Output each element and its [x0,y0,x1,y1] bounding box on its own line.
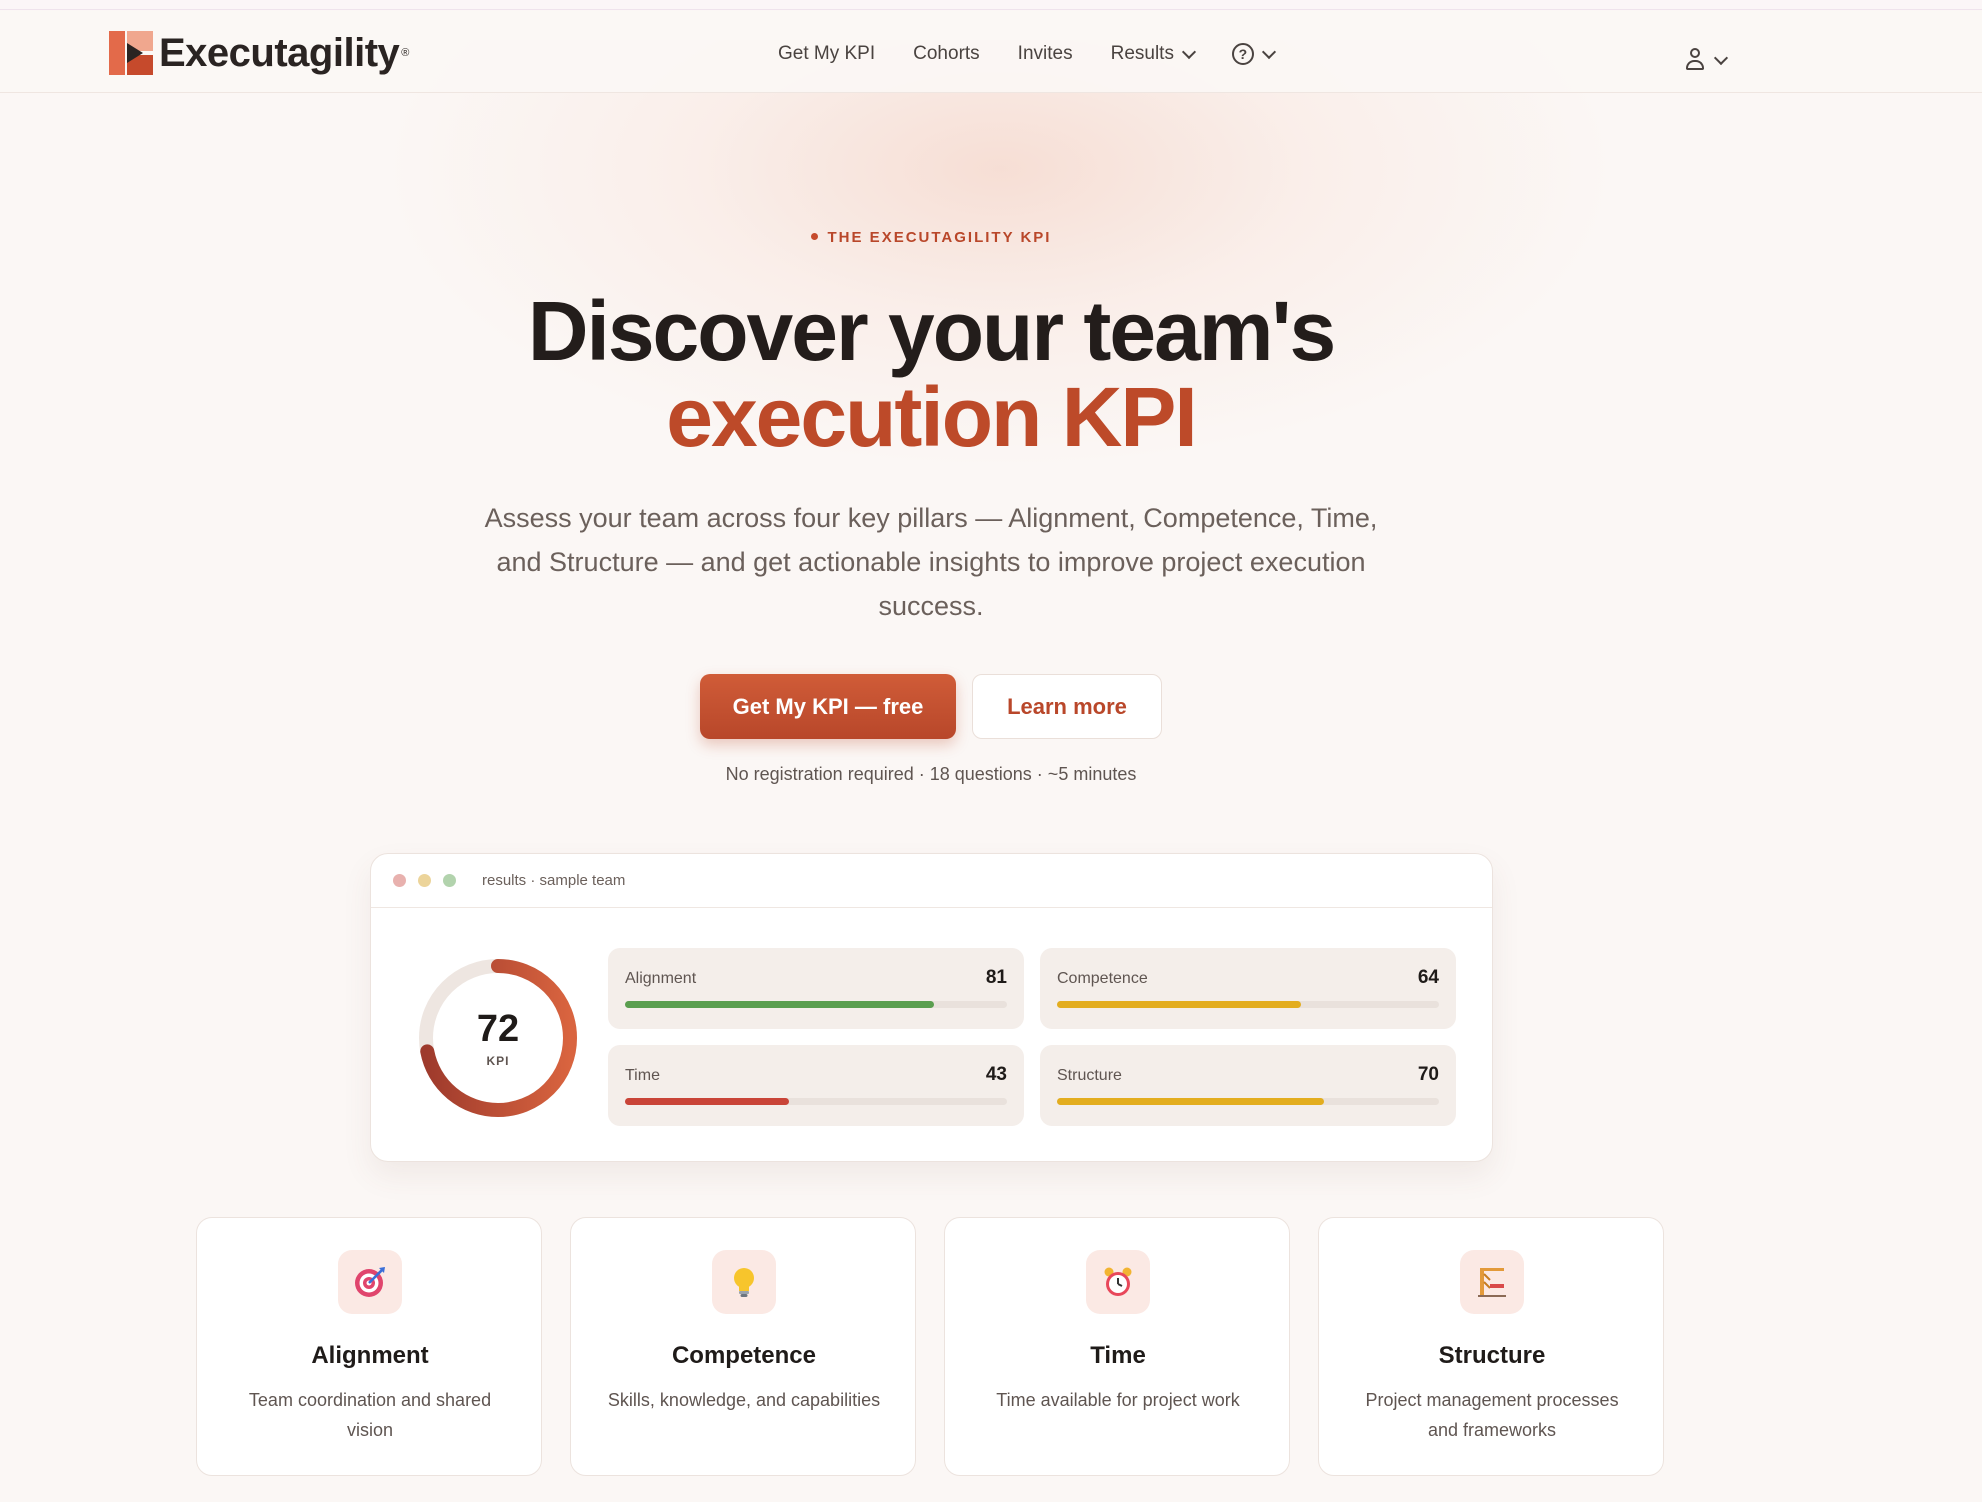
building-structure-icon [1460,1250,1524,1314]
chevron-down-icon [1713,50,1729,65]
chevron-down-icon [1261,44,1277,59]
pillar-description: Time available for project work [996,1390,1240,1410]
metric-value: 81 [985,967,1007,988]
eyebrow-text: THE EXECUTAGILITY KPI [827,229,1052,246]
metric-track [625,1098,1007,1105]
hero-title-line1: Discover your team's [527,284,1336,378]
pillar-description: Skills, knowledge, and capabilities [607,1390,881,1410]
pillar-title: Structure [1438,1342,1546,1369]
metric-value: 64 [1417,967,1439,988]
pillar-title: Alignment [311,1342,429,1369]
alarm-clock-icon [1086,1250,1150,1314]
eyebrow-dot [810,233,818,241]
metric-card-alignment: Alignment 81 [608,948,1024,1029]
learn-more-button[interactable]: Learn more [972,674,1162,739]
pillar-card-structure[interactable]: Structure Project management processes a… [1318,1217,1664,1476]
kpi-label: KPI [486,1054,510,1068]
help-icon: ? [1231,43,1254,65]
metric-track [625,1001,1007,1008]
get-my-kpi-button[interactable]: Get My KPI — free [700,674,956,739]
pillar-description: Project management processes and framewo… [1365,1390,1619,1440]
metric-track [1057,1001,1439,1008]
metric-name: Structure [1057,1067,1122,1084]
nav-invites[interactable]: Invites [1018,43,1073,65]
hero-note: No registration required · 18 questions … [725,764,1137,784]
hero-title-line2: execution KPI [666,370,1197,464]
pillar-description: Team coordination and shared vision [248,1390,492,1440]
metric-bar-structure [1057,1098,1325,1105]
nav-cohorts[interactable]: Cohorts [913,43,980,65]
pillar-card-alignment[interactable]: Alignment Team coordination and shared v… [196,1217,542,1476]
window-dot-green [443,874,456,887]
pillar-title: Competence [671,1342,817,1369]
metric-value: 70 [1417,1064,1439,1085]
panel-title: results · sample team [482,872,626,889]
metric-track [1057,1098,1439,1105]
metric-name: Time [625,1067,660,1084]
nav-results-label: Results [1110,43,1174,64]
help-menu[interactable]: ? [1231,43,1277,65]
pillar-card-competence[interactable]: Competence Skills, knowledge, and capabi… [570,1217,916,1476]
target-icon [338,1250,402,1314]
results-preview-panel: results · sample team 72 KPI Alignment 8… [370,853,1493,1162]
metric-bar-time [625,1098,790,1105]
main-menu: Get My KPI Cohorts Invites Results ? [778,39,1312,69]
chevron-down-icon [1181,44,1197,59]
user-icon [1684,48,1706,72]
panel-header: results · sample team [371,854,1492,908]
user-menu[interactable] [1684,48,1729,72]
brand-registered-mark: ® [401,47,410,59]
brand-name: Executagility [159,30,400,75]
kpi-value: 72 [476,1008,520,1050]
metric-name: Competence [1057,970,1148,987]
metric-card-time: Time 43 [608,1045,1024,1126]
top-navigation: Executagility ® Get My KPI Cohorts Invit… [0,11,1982,93]
nav-get-my-kpi[interactable]: Get My KPI [778,43,875,65]
browser-top-strip [0,0,1982,10]
metric-name: Alignment [625,970,697,987]
hero-eyebrow: THE EXECUTAGILITY KPI [0,229,1862,246]
window-dot-yellow [418,874,431,887]
nav-results[interactable]: Results [1110,43,1197,65]
logo-mark-icon [109,31,153,75]
metric-bar-alignment [625,1001,935,1008]
metric-card-competence: Competence 64 [1040,948,1456,1029]
kpi-gauge: 72 KPI [418,958,578,1118]
metric-bar-competence [1057,1001,1302,1008]
pillar-title: Time [1090,1342,1146,1369]
hero-title: Discover your team's execution KPI [0,288,1862,460]
pillar-card-time[interactable]: Time Time available for project work [944,1217,1290,1476]
lightbulb-icon [712,1250,776,1314]
hero-description: Assess your team across four key pillars… [484,503,1378,621]
brand-logo[interactable]: Executagility ® [109,31,409,75]
metric-value: 43 [985,1064,1007,1085]
metric-card-structure: Structure 70 [1040,1045,1456,1126]
window-dot-red [393,874,406,887]
